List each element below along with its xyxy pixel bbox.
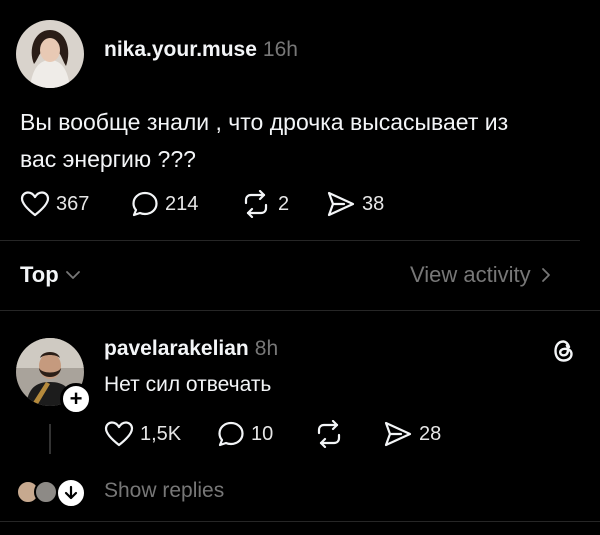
post-text-line-1: Вы вообще знали , что дрочка высасывает …	[20, 109, 509, 135]
follow-plus-button[interactable]: +	[60, 383, 92, 415]
reply-text: Нет сил отвечать	[104, 373, 272, 396]
divider	[0, 521, 600, 522]
post-username[interactable]: nika.your.muse	[104, 38, 257, 62]
reply-share-count: 28	[419, 422, 442, 445]
reply-comment-count: 10	[251, 422, 274, 445]
post-text-line-2: вас энергию ???	[20, 146, 196, 172]
threads-logo-icon[interactable]	[552, 338, 576, 364]
reply-repost-button[interactable]	[313, 420, 345, 448]
heart-icon	[20, 191, 50, 217]
repost-icon	[317, 420, 341, 448]
heart-icon	[104, 421, 134, 447]
view-activity-link[interactable]: View activity	[410, 262, 551, 288]
share-count: 38	[362, 192, 385, 215]
comment-count: 214	[165, 192, 199, 215]
comment-bubble-icon	[132, 191, 158, 217]
share-button[interactable]: 38	[326, 190, 384, 218]
divider	[0, 310, 600, 311]
repost-icon	[244, 190, 268, 218]
sort-dropdown[interactable]: Top	[20, 262, 81, 288]
arrow-down-icon	[64, 485, 78, 500]
replier-avatars	[16, 478, 88, 508]
repost-button[interactable]: 2	[240, 190, 289, 218]
post-text: Вы вообще знали , что дрочка высасывает …	[20, 104, 580, 178]
reply-timestamp: 8h	[254, 337, 279, 360]
reply-like-button[interactable]: 1,5K	[104, 420, 181, 448]
expand-replies-button[interactable]	[56, 478, 86, 508]
reply-share-button[interactable]: 28	[383, 420, 441, 448]
like-count: 367	[56, 192, 90, 215]
repost-count: 2	[278, 192, 290, 215]
divider	[0, 240, 580, 241]
thread-connector-line	[49, 424, 51, 454]
chevron-down-icon	[65, 271, 80, 279]
post-timestamp: 16h	[262, 38, 298, 61]
view-activity-label: View activity	[410, 262, 531, 287]
replier-avatar	[34, 480, 58, 504]
reply-username[interactable]: pavelarakelian	[104, 337, 249, 361]
comment-button[interactable]: 214	[131, 190, 198, 218]
show-replies-link[interactable]: Show replies	[104, 479, 224, 503]
chevron-right-icon	[541, 268, 550, 282]
post-author-avatar[interactable]	[16, 20, 84, 88]
sort-label: Top	[20, 262, 59, 287]
reply-like-count: 1,5K	[140, 422, 182, 445]
comment-bubble-icon	[218, 421, 244, 447]
reply-comment-button[interactable]: 10	[217, 420, 273, 448]
send-icon	[327, 191, 355, 217]
send-icon	[384, 421, 412, 447]
like-button[interactable]: 367	[20, 190, 89, 218]
